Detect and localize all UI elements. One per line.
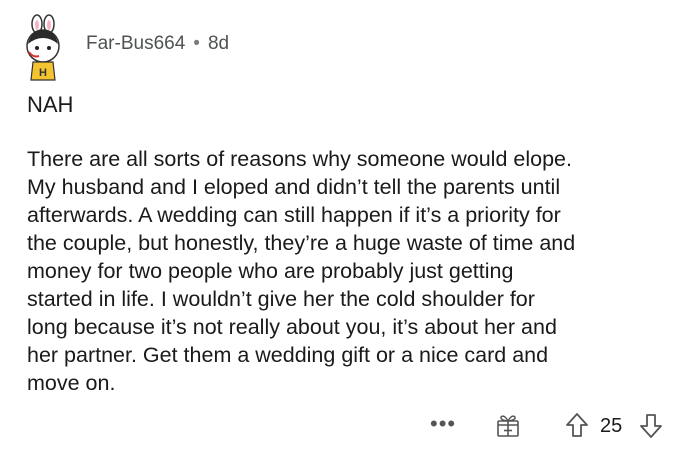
upvote-arrow-icon[interactable] bbox=[564, 411, 590, 439]
gift-award-icon[interactable] bbox=[494, 411, 522, 439]
downvote-arrow-icon[interactable] bbox=[638, 412, 664, 440]
comment-body-line: money for two people who are probably ju… bbox=[27, 259, 514, 283]
meta-separator: • bbox=[193, 33, 200, 54]
comment-body-line: the couple, but honestly, they’re a huge… bbox=[27, 231, 576, 255]
comment-age: 8d bbox=[207, 33, 230, 54]
vote-score: 25 bbox=[600, 415, 623, 437]
comment-body-line: afterwards. A wedding can still happen i… bbox=[27, 203, 561, 227]
comment-body-line: started in life. I wouldn’t give her the… bbox=[27, 287, 535, 311]
comment-card: H Far-Bus664 • 8d NAH There are all sort… bbox=[0, 0, 700, 457]
user-avatar[interactable]: H bbox=[15, 14, 71, 84]
comment-meta: Far-Bus664 • 8d bbox=[86, 33, 229, 55]
comment-body-line: her partner. Get them a wedding gift or … bbox=[27, 343, 549, 367]
comment-body-line: long because it’s not really about you, … bbox=[27, 315, 557, 339]
comment-body-line: move on. bbox=[27, 371, 116, 395]
more-options-icon[interactable]: ••• bbox=[430, 413, 456, 435]
svg-text:H: H bbox=[39, 67, 47, 79]
comment-body-line: There are all sorts of reasons why someo… bbox=[27, 147, 572, 171]
comment-body-line: My husband and I eloped and didn’t tell … bbox=[27, 175, 561, 199]
comment-first-line: NAH bbox=[27, 92, 74, 117]
comment-actions-bar: ••• 25 bbox=[0, 408, 700, 444]
author-username[interactable]: Far-Bus664 bbox=[86, 33, 185, 55]
